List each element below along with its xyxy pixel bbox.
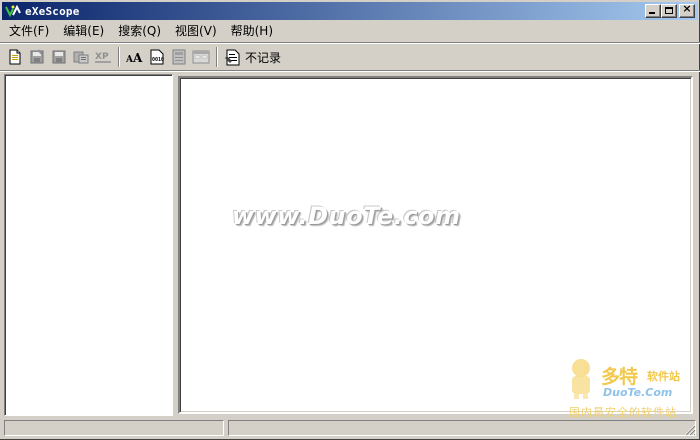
status-panel-1 <box>4 420 224 436</box>
pane-splitter[interactable] <box>173 74 177 416</box>
watermark-text: www.DuoTe.com <box>232 202 461 230</box>
window-title: eXeScope <box>25 4 80 18</box>
xp-icon: XP <box>95 52 111 63</box>
resource-tree-pane[interactable] <box>4 74 173 416</box>
title-bar[interactable]: eXeScope × <box>2 2 698 20</box>
save-as-button[interactable] <box>48 46 70 68</box>
caption-buttons: × <box>645 2 695 18</box>
logo-main-text: 多特 <box>601 366 638 388</box>
hex-dump-icon: 0010 <box>150 49 164 65</box>
maximize-icon <box>665 7 673 14</box>
svg-text:0010: 0010 <box>152 57 164 63</box>
hex-dump-button[interactable]: 0010 <box>146 46 168 68</box>
logo-sub-text: 软件站 <box>647 370 680 383</box>
logo-domain-text: DuoTe.Com <box>603 386 673 399</box>
svg-text:XP: XP <box>95 52 109 62</box>
toolbar-separator <box>216 47 218 67</box>
xp-manifest-button[interactable]: XP <box>92 46 114 68</box>
dialog-button[interactable] <box>190 46 212 68</box>
menubar-divider <box>0 42 700 44</box>
record-toggle-icon <box>225 49 240 66</box>
menu-bar: 文件(F) 编辑(E) 搜索(Q) 视图(V) 帮助(H) <box>2 21 280 41</box>
status-panel-2 <box>228 420 696 436</box>
save-icon <box>30 49 44 64</box>
font-button[interactable]: A A <box>124 46 146 68</box>
save-button[interactable] <box>26 46 48 68</box>
maximize-button[interactable] <box>661 4 677 18</box>
minimize-icon <box>649 12 655 14</box>
new-file-icon <box>9 49 21 65</box>
status-bar <box>2 419 698 438</box>
close-icon: × <box>682 2 692 15</box>
save-as-icon <box>52 50 66 64</box>
resize-grip-icon[interactable] <box>684 424 696 436</box>
minimize-button[interactable] <box>645 4 661 18</box>
toolbar-divider <box>0 70 700 72</box>
resource-button[interactable] <box>168 46 190 68</box>
font-icon: A A <box>126 51 143 65</box>
new-file-button[interactable] <box>4 46 26 68</box>
dialog-icon <box>192 50 210 64</box>
logo-tagline: 国内最安全的软件站 <box>569 406 677 419</box>
menu-view[interactable]: 视图(V) <box>168 21 224 41</box>
menu-help[interactable]: 帮助(H) <box>224 21 280 41</box>
close-button[interactable]: × <box>679 2 695 18</box>
menu-search[interactable]: 搜索(Q) <box>111 21 168 41</box>
svg-text:A: A <box>132 51 143 65</box>
export-button[interactable] <box>70 46 92 68</box>
site-logo: 多特 软件站 DuoTe.Com 国内最安全的软件站 <box>565 356 697 420</box>
toolbar-separator <box>118 47 120 67</box>
exescope-app-icon[interactable] <box>5 4 21 18</box>
menu-file[interactable]: 文件(F) <box>2 21 56 41</box>
mascot-icon <box>572 359 590 399</box>
main-window: eXeScope × 文件(F) 编辑(E) 搜索(Q) 视图(V) 帮助(H) <box>0 0 700 440</box>
toolbar: XP A A 0010 不记录 <box>4 45 281 69</box>
record-toggle-button[interactable] <box>222 46 244 68</box>
menu-edit[interactable]: 编辑(E) <box>56 21 111 41</box>
resource-icon <box>172 49 186 65</box>
export-icon <box>73 51 89 64</box>
record-toggle-label[interactable]: 不记录 <box>245 49 281 66</box>
